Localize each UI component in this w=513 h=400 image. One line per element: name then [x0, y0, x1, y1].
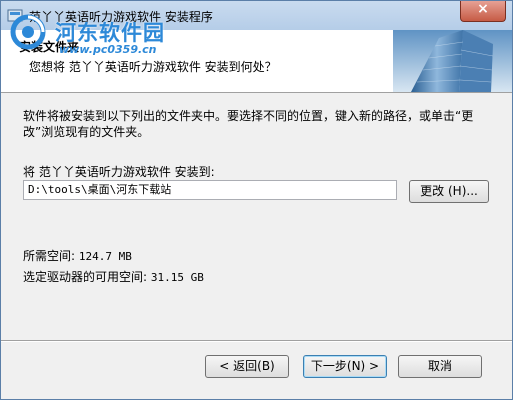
space-required-label: 所需空间:: [23, 249, 76, 263]
space-required-row: 所需空间: 124.7 MB: [23, 247, 132, 264]
cancel-button[interactable]: 取消: [398, 355, 482, 378]
install-location-label: 将 范丫丫英语听力游戏软件 安装到:: [23, 165, 215, 179]
browse-button[interactable]: 更改 (H)...: [409, 180, 489, 203]
install-path-field[interactable]: D:\tools\桌面\河东下载站: [23, 180, 397, 200]
page-title: 安装文件夹: [19, 40, 80, 54]
space-available-label: 选定驱动器的可用空间:: [23, 270, 148, 284]
title-bar[interactable]: 范丫丫英语听力游戏软件 安装程序 ×: [1, 1, 512, 30]
instructions-text: 软件将被安装到以下列出的文件夹中。要选择不同的位置，键入新的路径，或单击“更改”…: [23, 109, 474, 139]
building-banner-image: [393, 30, 512, 92]
close-icon: ×: [477, 1, 489, 17]
installer-window: 范丫丫英语听力游戏软件 安装程序 × 安装文件夹 您想将 范丫丫英语听力游戏软件…: [0, 0, 513, 400]
space-available-value: 31.15 GB: [150, 271, 204, 284]
space-available-row: 选定驱动器的可用空间: 31.15 GB: [23, 268, 204, 285]
wizard-header: 安装文件夹 您想将 范丫丫英语听力游戏软件 安装到何处？: [1, 30, 512, 93]
space-required-value: 124.7 MB: [78, 250, 132, 263]
footer-divider: [1, 340, 512, 342]
back-button[interactable]: < 返回(B): [205, 355, 289, 378]
installer-app-icon: [7, 9, 23, 22]
window-title: 范丫丫英语听力游戏软件 安装程序: [29, 10, 213, 24]
close-button[interactable]: ×: [460, 1, 506, 22]
page-subtitle: 您想将 范丫丫英语听力游戏软件 安装到何处？: [29, 60, 277, 74]
next-button[interactable]: 下一步(N) >: [303, 355, 387, 378]
